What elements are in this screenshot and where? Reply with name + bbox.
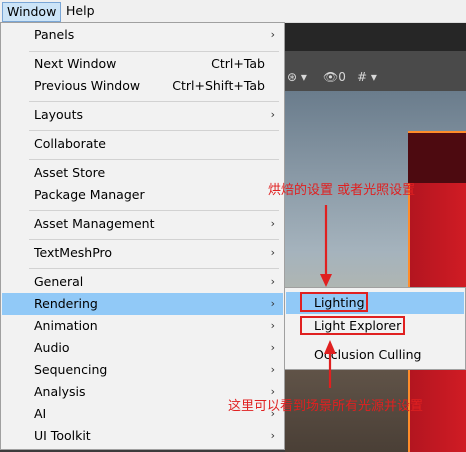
grid-toggle-icon[interactable]: # ▾ — [357, 70, 377, 84]
scene-view: ⊛ ▾ 👁0 # ▾ — [285, 23, 466, 452]
menu-help[interactable]: Help — [62, 2, 99, 20]
scene-cube-top-face — [408, 131, 466, 183]
chevron-right-icon: › — [270, 275, 275, 288]
menu-item-collaborate[interactable]: Collaborate — [2, 133, 283, 155]
chevron-right-icon: › — [270, 217, 275, 230]
chevron-right-icon: › — [270, 319, 275, 332]
menu-item-label: AI — [34, 406, 47, 421]
chevron-right-icon: › — [270, 297, 275, 310]
shortcut-label: Ctrl+Tab — [211, 56, 265, 71]
menu-separator — [29, 268, 279, 269]
chevron-right-icon: › — [270, 363, 275, 376]
menu-window[interactable]: Window — [2, 2, 62, 22]
menu-item-label: Animation — [34, 318, 98, 333]
menu-separator — [29, 239, 279, 240]
menu-item-label: Rendering — [34, 296, 98, 311]
menu-separator — [29, 159, 279, 160]
chevron-right-icon: › — [270, 108, 275, 121]
menu-item-general[interactable]: General › — [2, 271, 283, 293]
menu-item-label: TextMeshPro — [34, 245, 113, 260]
menu-separator — [29, 210, 279, 211]
menu-item-textmeshpro[interactable]: TextMeshPro › — [2, 242, 283, 264]
chevron-right-icon: › — [270, 246, 275, 259]
shortcut-label: Ctrl+Shift+Tab — [172, 78, 265, 93]
annotation-top: 烘焙的设置 或者光照设置 — [268, 183, 416, 198]
menu-item-sequencing[interactable]: Sequencing › — [2, 359, 283, 381]
menu-item-label: Asset Management — [34, 216, 155, 231]
menu-item-label: Collaborate — [34, 136, 106, 151]
submenu-item-label: Occlusion Culling — [314, 347, 422, 362]
menu-item-panels[interactable]: Panels › — [2, 24, 283, 46]
editor-tab-strip — [285, 23, 466, 51]
menu-item-ui-toolkit[interactable]: UI Toolkit › — [2, 425, 283, 447]
menu-item-rendering[interactable]: Rendering › — [2, 293, 283, 315]
menu-item-label: UI Toolkit — [34, 428, 91, 443]
chevron-right-icon: › — [270, 429, 275, 442]
gizmo-toggle-icon[interactable]: ⊛ ▾ — [287, 70, 307, 84]
lighting-highlight-box — [300, 292, 368, 312]
menu-item-previous-window[interactable]: Previous Window Ctrl+Shift+Tab — [2, 75, 283, 97]
menu-item-next-window[interactable]: Next Window Ctrl+Tab — [2, 53, 283, 75]
menu-separator — [29, 51, 279, 52]
menu-item-label: Audio — [34, 340, 70, 355]
menu-separator — [29, 130, 279, 131]
menu-item-label: Panels — [34, 27, 75, 42]
menu-item-asset-management[interactable]: Asset Management › — [2, 213, 283, 235]
chevron-right-icon: › — [270, 341, 275, 354]
menu-item-label: Analysis — [34, 384, 86, 399]
menu-item-animation[interactable]: Animation › — [2, 315, 283, 337]
light-explorer-highlight-box — [300, 316, 405, 335]
visibility-toggle-icon[interactable]: 👁0 — [323, 70, 346, 84]
menu-item-package-manager[interactable]: Package Manager — [2, 184, 283, 206]
menu-item-label: Previous Window — [34, 78, 141, 93]
menu-item-label: Asset Store — [34, 165, 106, 180]
menu-item-label: Package Manager — [34, 187, 145, 202]
menubar: Window Help — [0, 0, 466, 23]
menu-item-asset-store[interactable]: Asset Store — [2, 162, 283, 184]
submenu-item-occlusion-culling[interactable]: Occlusion Culling — [286, 344, 464, 366]
window-menu: Panels › Next Window Ctrl+Tab Previous W… — [0, 22, 285, 450]
menu-item-layouts[interactable]: Layouts › — [2, 104, 283, 126]
menu-item-label: Next Window — [34, 56, 117, 71]
menu-item-label: Layouts — [34, 107, 84, 122]
menu-item-label: General — [34, 274, 84, 289]
menu-item-label: Sequencing — [34, 362, 108, 377]
menu-item-audio[interactable]: Audio › — [2, 337, 283, 359]
menu-separator — [29, 101, 279, 102]
annotation-bottom: 这里可以看到场景所有光源并设置 — [228, 399, 424, 414]
chevron-right-icon: › — [270, 28, 275, 41]
